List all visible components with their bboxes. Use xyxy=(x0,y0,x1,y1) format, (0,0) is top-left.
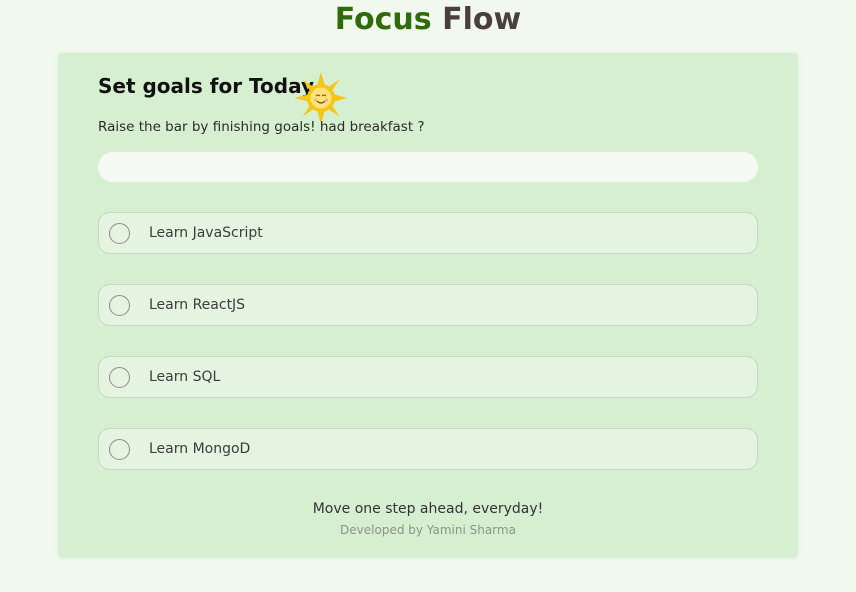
goal-item[interactable]: Learn JavaScript xyxy=(98,212,758,254)
goal-checkbox[interactable] xyxy=(109,294,130,316)
card-heading: Set goals for Today xyxy=(98,74,314,98)
goal-label: Learn ReactJS xyxy=(149,297,246,313)
goal-label: Learn SQL xyxy=(149,369,221,385)
goal-checkbox[interactable] xyxy=(109,366,130,388)
goal-item[interactable]: Learn ReactJS xyxy=(98,284,758,326)
app-title: Focus Flow xyxy=(0,2,856,37)
footer-quote: Move one step ahead, everyday! xyxy=(312,501,544,517)
goal-label: Learn JavaScript xyxy=(149,225,263,241)
sun-icon xyxy=(295,72,347,124)
goal-checkbox[interactable] xyxy=(109,438,130,460)
goal-item[interactable]: Learn SQL xyxy=(98,356,758,398)
goal-item[interactable]: Learn MongoD xyxy=(98,428,758,470)
app-title-focus: Focus xyxy=(334,2,432,37)
card-subtitle: Raise the bar by finishing goals! had br… xyxy=(98,119,425,135)
app-title-flow: Flow xyxy=(442,2,522,37)
goal-input[interactable] xyxy=(98,152,758,182)
goal-checkbox[interactable] xyxy=(109,222,130,244)
goals-card: Set goals for Today Raise the bar by fin… xyxy=(58,53,798,558)
goal-label: Learn MongoD xyxy=(149,441,251,457)
footer-credit: Developed by Yamini Sharma xyxy=(340,523,516,537)
